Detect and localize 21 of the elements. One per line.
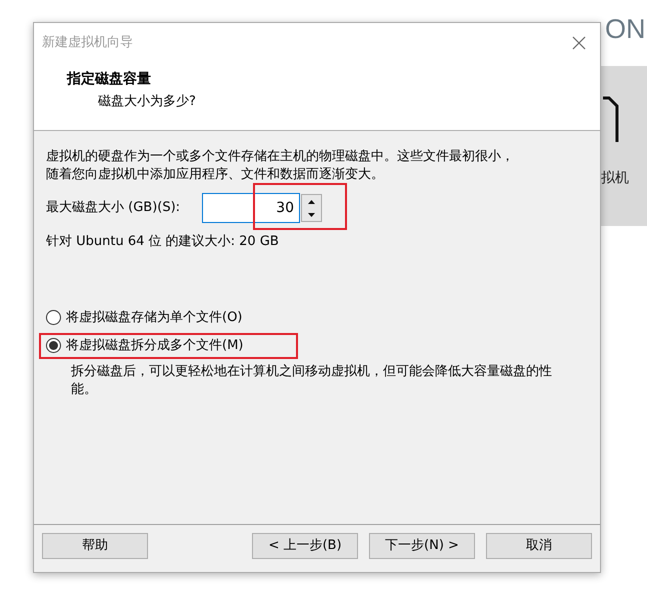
radio-button[interactable]	[46, 310, 61, 325]
description-text: 虚拟机的硬盘作为一个或多个文件存储在主机的物理磁盘中。这些文件最初很小，	[46, 148, 515, 166]
panel-label: 拟机	[601, 169, 629, 188]
page-subtitle: 磁盘大小为多少?	[98, 93, 197, 111]
page-title: 指定磁盘容量	[67, 70, 152, 89]
brand-text: ON	[605, 13, 646, 46]
description-text: 随着您向虚拟机中添加应用程序、文件和数据而逐渐变大。	[46, 166, 385, 184]
dialog-button[interactable]: 帮助	[42, 532, 148, 558]
radio-button[interactable]	[46, 338, 61, 353]
field-label: 最大磁盘大小 (GB)(S):	[46, 199, 182, 218]
note-text: 拆分磁盘后，可以更轻松地在计算机之间移动虚拟机，但可能会降低大容量磁盘的性能。	[71, 362, 553, 398]
dialog-button[interactable]: 取消	[486, 532, 592, 558]
disk-size-field[interactable]: 30	[202, 193, 300, 223]
spinner-control[interactable]	[301, 194, 322, 222]
dialog-button[interactable]: 下一步(N) >	[369, 532, 475, 558]
close-icon[interactable]	[572, 36, 586, 50]
option-label[interactable]: 将虚拟磁盘拆分成多个文件(M)	[66, 336, 244, 356]
dialog-button[interactable]: < 上一步(B)	[252, 532, 358, 558]
option-label[interactable]: 将虚拟磁盘存储为单个文件(O)	[66, 308, 242, 328]
recommendation-text: 针对 Ubuntu 64 位 的建议大小: 20 GB	[46, 233, 280, 251]
window-title: 新建虚拟机向导	[42, 34, 133, 52]
